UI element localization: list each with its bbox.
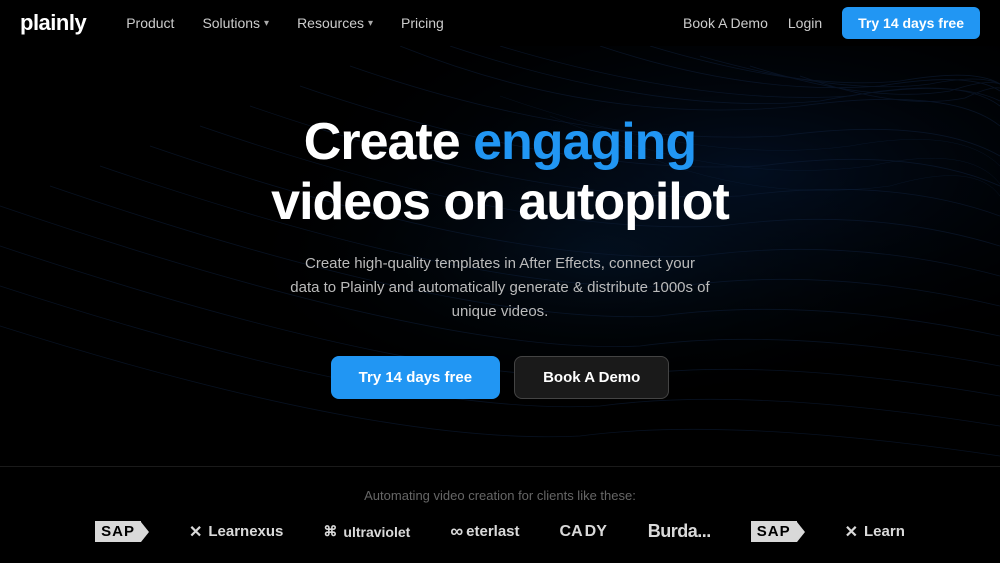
hero-try-free-button[interactable]: Try 14 days free bbox=[331, 356, 500, 399]
learnexus-name: Learnexus bbox=[208, 523, 283, 540]
hero-content: Create engaging videos on autopilot Crea… bbox=[271, 113, 729, 400]
sap-arrow-icon-2 bbox=[797, 522, 805, 542]
nav-links: Product Solutions ▾ Resources ▾ Pricing bbox=[126, 15, 683, 31]
learnexus-icon: ✕ bbox=[189, 522, 202, 542]
nav-solutions[interactable]: Solutions ▾ bbox=[202, 15, 269, 31]
list-item: ✕ Learn bbox=[845, 522, 905, 542]
list-item: SAP bbox=[751, 521, 805, 542]
chevron-down-icon: ▾ bbox=[264, 18, 269, 29]
nav-login[interactable]: Login bbox=[788, 15, 822, 31]
hero-title-plain: Create bbox=[304, 113, 473, 171]
hero-subtitle: Create high-quality templates in After E… bbox=[290, 252, 710, 324]
sap-logo: SAP bbox=[95, 521, 141, 542]
hero-title-highlight: engaging bbox=[473, 113, 696, 171]
hero-title: Create engaging videos on autopilot bbox=[271, 113, 729, 233]
clients-logos: SAP ✕ Learnexus ⌘ ultraviolet ∞ eterlast… bbox=[95, 521, 905, 542]
ultraviolet-icon: ⌘ bbox=[323, 523, 337, 540]
hero-title-rest: videos on autopilot bbox=[271, 173, 729, 231]
hero-section: Create engaging videos on autopilot Crea… bbox=[0, 46, 1000, 466]
sap-arrow-icon bbox=[141, 522, 149, 542]
list-item: CA DY bbox=[560, 524, 608, 540]
clients-section: Automating video creation for clients li… bbox=[0, 466, 1000, 563]
burda-name: Burda... bbox=[648, 521, 711, 542]
nav-resources[interactable]: Resources ▾ bbox=[297, 15, 373, 31]
hero-book-demo-button[interactable]: Book A Demo bbox=[514, 356, 669, 399]
navbar: plainly Product Solutions ▾ Resources ▾ … bbox=[0, 0, 1000, 46]
eterlast-name: eterlast bbox=[466, 523, 519, 540]
learnexus-icon-2: ✕ bbox=[845, 522, 858, 542]
nav-pricing[interactable]: Pricing bbox=[401, 15, 444, 31]
learnexus-name-2: Learn bbox=[864, 523, 905, 540]
hero-buttons: Try 14 days free Book A Demo bbox=[271, 356, 729, 399]
list-item: SAP bbox=[95, 521, 149, 542]
nav-right: Book A Demo Login Try 14 days free bbox=[683, 7, 980, 39]
eterlast-icon: ∞ bbox=[450, 521, 461, 542]
list-item: ∞ eterlast bbox=[450, 521, 519, 542]
list-item: ⌘ ultraviolet bbox=[323, 523, 410, 540]
list-item: ✕ Learnexus bbox=[189, 522, 283, 542]
nav-book-demo[interactable]: Book A Demo bbox=[683, 15, 768, 31]
sap-logo-2: SAP bbox=[751, 521, 797, 542]
chevron-down-icon: ▾ bbox=[368, 18, 373, 29]
nav-try-free-button[interactable]: Try 14 days free bbox=[842, 7, 980, 39]
nav-product[interactable]: Product bbox=[126, 15, 174, 31]
cady-logo: CA DY bbox=[560, 524, 608, 540]
clients-label: Automating video creation for clients li… bbox=[364, 488, 636, 503]
site-logo[interactable]: plainly bbox=[20, 10, 86, 36]
list-item: Burda... bbox=[648, 521, 711, 542]
ultraviolet-name: ultraviolet bbox=[343, 524, 410, 540]
